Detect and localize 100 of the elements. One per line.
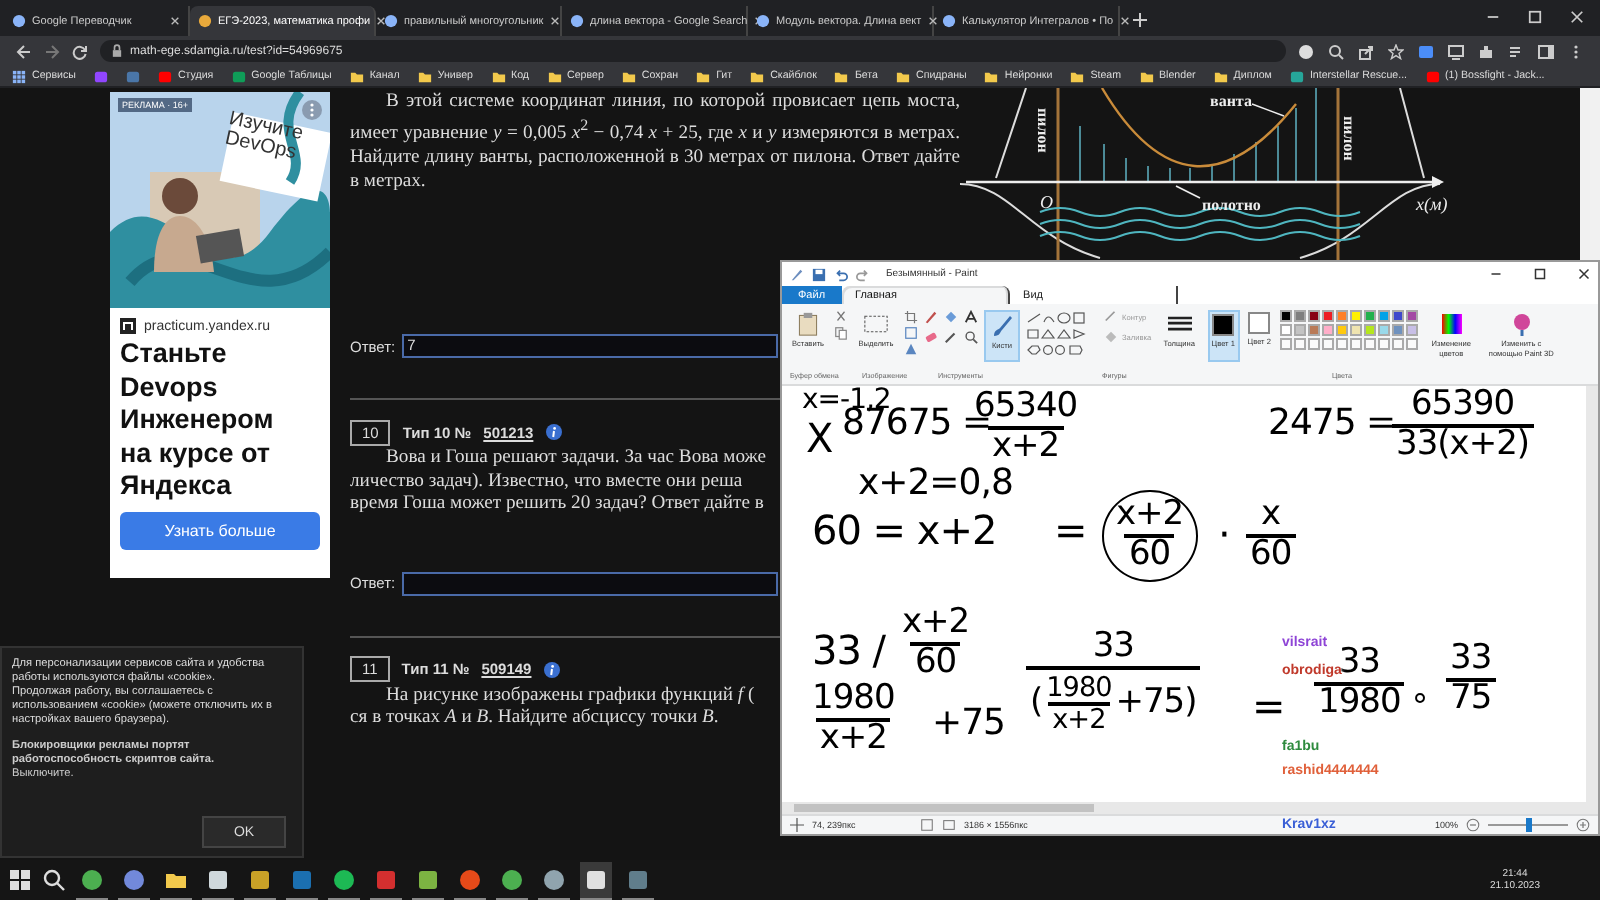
color-swatch[interactable] (1335, 324, 1348, 336)
color-swatch[interactable] (1391, 324, 1404, 336)
pencil-icon[interactable] (924, 310, 938, 324)
star-icon[interactable] (1388, 43, 1404, 59)
forward-icon[interactable] (44, 43, 60, 59)
site-icon (157, 69, 172, 83)
share-icon[interactable] (1358, 43, 1374, 59)
color-swatch[interactable] (1405, 310, 1418, 322)
app-icon (80, 867, 104, 891)
color-swatch[interactable] (1293, 324, 1306, 336)
windows-logo-icon[interactable] (8, 868, 32, 892)
clipboard-icon (796, 312, 820, 336)
fill-icon[interactable] (944, 310, 958, 324)
site-icon (231, 69, 246, 83)
text-tool-icon[interactable] (964, 310, 978, 324)
ad-title: Станьте Devops Инженером на курсе от Яндекса (118, 338, 276, 503)
close-icon[interactable] (549, 16, 560, 26)
bookmark[interactable] (125, 69, 140, 83)
handwritten-text: = (1252, 686, 1285, 726)
scrollbar[interactable] (1586, 386, 1598, 802)
taskbar-app[interactable] (580, 861, 612, 899)
crop-icon[interactable] (904, 310, 918, 324)
color-swatch[interactable] (1377, 324, 1390, 336)
color-swatch[interactable] (1363, 310, 1376, 322)
bookmark[interactable] (93, 69, 108, 83)
handwritten-fraction: 65390 33(x+2) (1392, 388, 1534, 464)
color-swatch[interactable] (1391, 310, 1404, 322)
color-swatch[interactable] (1279, 310, 1292, 322)
more-icon[interactable] (302, 100, 322, 120)
cable-label: ванта (1210, 92, 1252, 110)
handwritten-text: X (806, 418, 833, 458)
undo-icon[interactable] (834, 267, 848, 281)
translate-icon[interactable] (1418, 43, 1434, 59)
color-swatch[interactable] (1307, 324, 1320, 336)
color-swatch[interactable] (1293, 310, 1306, 322)
info-icon[interactable] (545, 424, 562, 440)
problem-text: ся в точках A и B. Найдите абсциссу точки B. (350, 706, 719, 729)
zoom-icon[interactable] (1328, 43, 1344, 59)
close-icon[interactable] (1578, 268, 1590, 280)
zoom-out-icon[interactable] (1466, 818, 1480, 832)
zoom-slider[interactable] (1525, 818, 1531, 832)
handwritten-fraction: 1980 x+2 (812, 682, 895, 758)
handwritten-text: 2475 = (1268, 406, 1396, 442)
profile-icon[interactable] (1298, 43, 1314, 59)
scrollbar[interactable] (1580, 88, 1600, 260)
extensions-icon[interactable] (1478, 43, 1494, 59)
handwritten-text: 33 / (812, 630, 886, 670)
handwritten-fraction: 33 75 (1446, 642, 1496, 718)
color-swatch[interactable] (1321, 310, 1334, 322)
app-icon (542, 867, 566, 891)
site-icon (942, 14, 956, 28)
minimize-icon[interactable] (1490, 268, 1502, 280)
search-icon[interactable] (42, 868, 66, 892)
rotate-icon[interactable] (904, 342, 918, 356)
maximize-icon[interactable] (1534, 268, 1546, 280)
handwritten-text: = (1054, 510, 1087, 550)
site-icon (756, 14, 770, 28)
handwritten-fraction: x 60 (1246, 498, 1296, 574)
minimize-icon[interactable] (1486, 10, 1500, 24)
site-icon (1425, 69, 1440, 83)
app-icon (500, 867, 524, 891)
back-icon[interactable] (16, 43, 32, 59)
redo-icon[interactable] (856, 267, 870, 281)
color-swatch[interactable] (1279, 324, 1292, 336)
close-icon[interactable] (927, 16, 938, 26)
scrollbar[interactable] (794, 804, 1094, 812)
side-panel-icon[interactable] (1538, 43, 1554, 59)
playlist-icon[interactable] (1508, 43, 1524, 59)
deck-label: полотно (1202, 196, 1261, 214)
problem-text: На рисунке изображены графики функций f ( (384, 683, 755, 706)
color-swatch[interactable] (1349, 324, 1362, 336)
monitor-icon[interactable] (1448, 43, 1464, 59)
cut-icon[interactable] (834, 310, 848, 324)
close-icon[interactable] (1119, 16, 1130, 26)
color-swatch[interactable] (1321, 324, 1334, 336)
pylon-label: пилон (1034, 108, 1052, 153)
color-swatch[interactable] (1335, 310, 1348, 322)
save-icon[interactable] (812, 267, 826, 281)
handwritten-text: · (1218, 514, 1230, 554)
answer-field[interactable] (401, 571, 778, 595)
zoom-in-icon[interactable] (1576, 818, 1590, 832)
magnifier-icon[interactable] (964, 330, 978, 344)
color-swatch[interactable] (1405, 324, 1418, 336)
logo-icon (120, 318, 136, 334)
close-icon[interactable] (170, 16, 180, 26)
learn-more-button[interactable]: Узнать больше (120, 511, 320, 549)
eraser-icon[interactable] (924, 330, 938, 344)
reload-icon[interactable] (72, 43, 88, 59)
color-swatch[interactable] (1377, 310, 1390, 322)
close-icon[interactable] (376, 16, 387, 26)
new-tab-icon[interactable] (1132, 12, 1148, 28)
color-picker-icon[interactable] (944, 330, 958, 344)
color-swatch[interactable] (1307, 310, 1320, 322)
info-icon[interactable] (543, 661, 560, 677)
resize-icon[interactable] (904, 326, 918, 340)
copy-icon[interactable] (834, 326, 848, 340)
color-swatch[interactable] (1363, 324, 1376, 336)
outline-icon (1104, 310, 1118, 324)
color-swatch[interactable] (1349, 310, 1362, 322)
app-icon (332, 867, 356, 891)
